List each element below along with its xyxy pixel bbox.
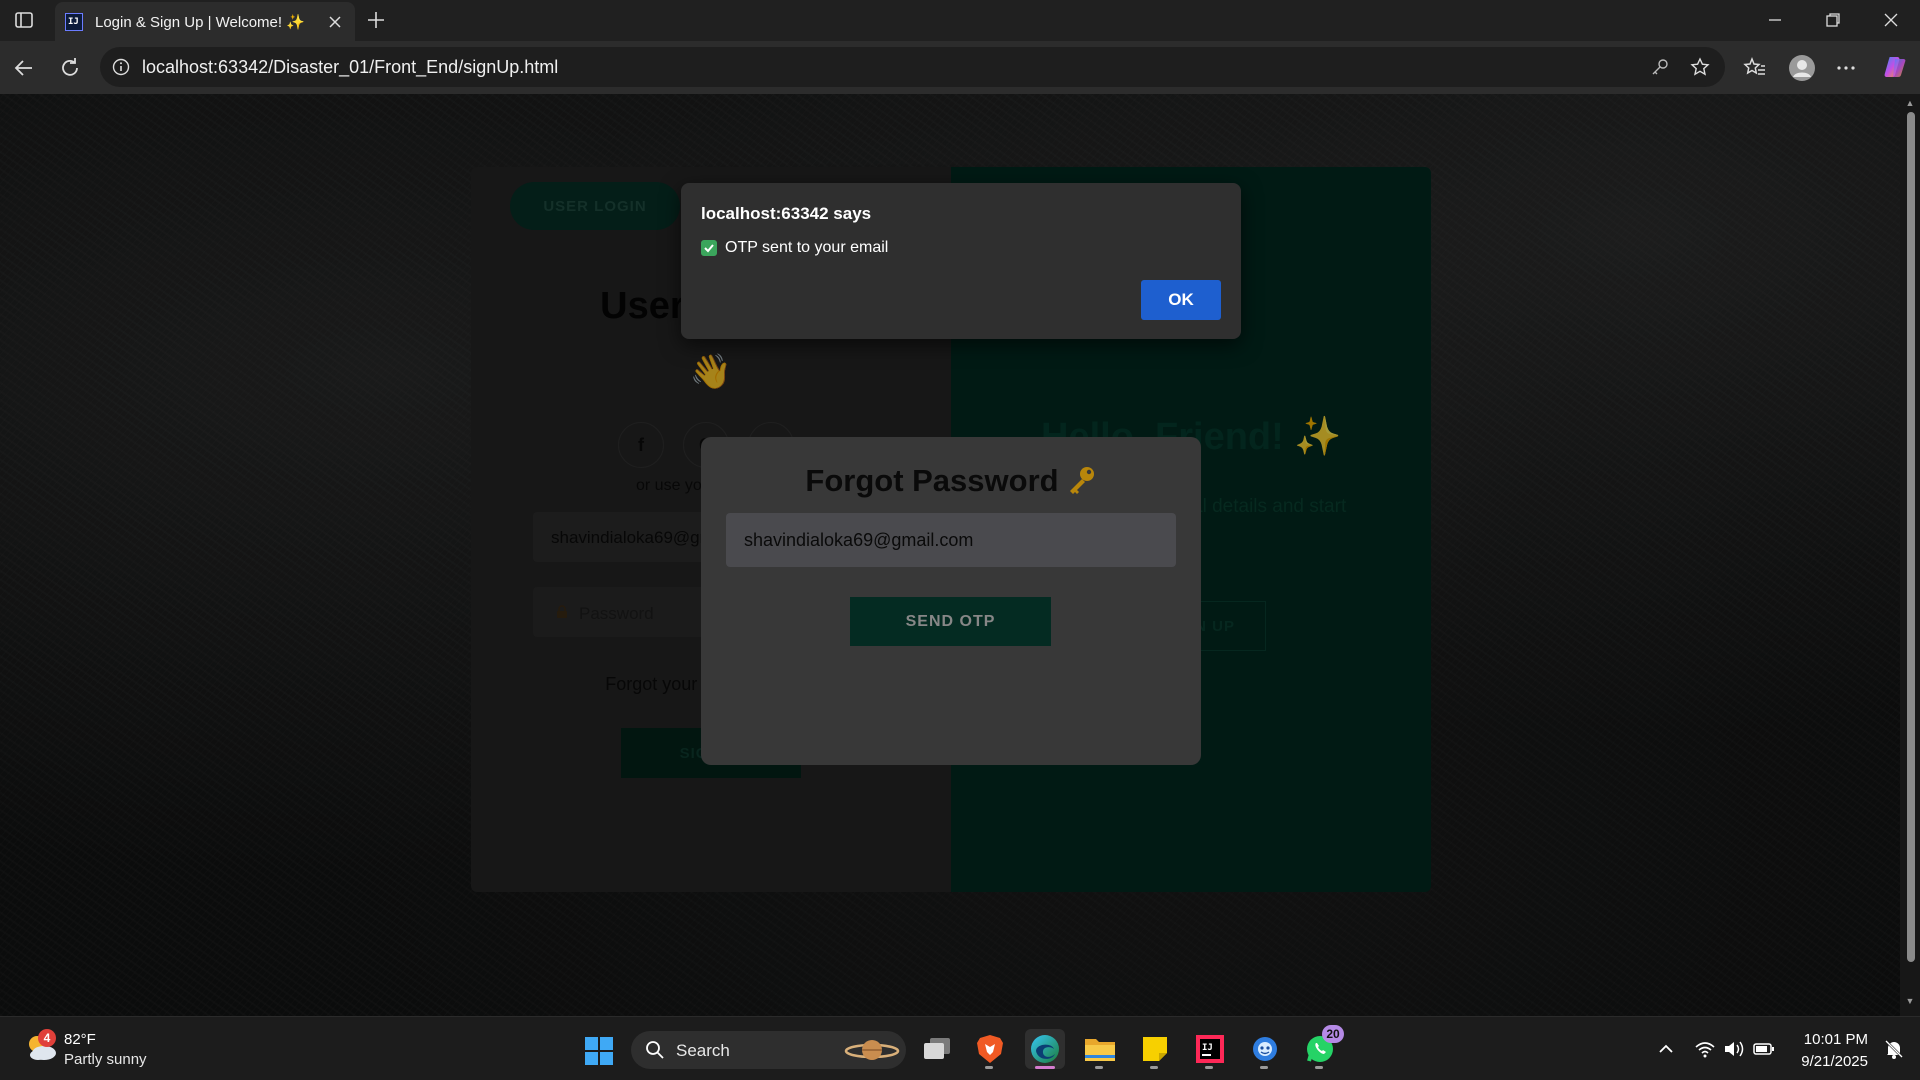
sticky-notes-icon[interactable] <box>1135 1029 1175 1069</box>
task-view-icon[interactable] <box>917 1029 957 1069</box>
saturn-search-art-icon <box>844 1040 900 1060</box>
favorite-star-icon[interactable] <box>1690 57 1710 77</box>
intellij-favicon-icon: IJ <box>65 12 83 31</box>
alert-title: localhost:63342 says <box>701 204 872 223</box>
whatsapp-running-indicator <box>1315 1066 1323 1069</box>
password-key-icon[interactable] <box>1650 57 1670 77</box>
page-scrollbar[interactable]: ▲ ▼ <box>1900 94 1920 1016</box>
minimize-icon[interactable] <box>1765 10 1785 30</box>
alert-message: OTP sent to your email <box>701 239 888 257</box>
bot-app-running-indicator <box>1260 1066 1268 1069</box>
alert-message-text: OTP sent to your email <box>725 239 889 256</box>
file-explorer-icon[interactable] <box>1080 1029 1120 1069</box>
sticky-notes-running-indicator <box>1150 1066 1158 1069</box>
intellij-running-indicator <box>1205 1066 1213 1069</box>
new-tab-icon[interactable] <box>366 10 386 30</box>
notification-bell-icon[interactable] <box>1884 1039 1904 1059</box>
alert-ok-button[interactable]: OK <box>1141 280 1221 320</box>
windows-taskbar: 4 82°F Partly sunny Search IJ 20 10:01 P… <box>0 1016 1920 1080</box>
forgot-email-input[interactable]: shavindialoka69@gmail.com <box>726 513 1176 567</box>
clock-date[interactable]: 9/21/2025 <box>1801 1053 1868 1070</box>
scroll-thumb[interactable] <box>1907 112 1915 962</box>
brave-running-indicator <box>985 1066 993 1069</box>
refresh-icon[interactable] <box>58 56 82 80</box>
forgot-password-title: Forgot Password <box>701 463 1201 499</box>
browser-tab-active[interactable]: IJ Login & Sign Up | Welcome! ✨ <box>55 2 355 41</box>
site-info-icon[interactable] <box>112 58 130 76</box>
browser-alert-dialog: localhost:63342 says OTP sent to your em… <box>681 183 1241 339</box>
bot-app-icon[interactable] <box>1245 1029 1285 1069</box>
edge-browser-icon[interactable] <box>1025 1029 1065 1069</box>
address-bar[interactable]: localhost:63342/Disaster_01/Front_End/si… <box>100 47 1725 87</box>
battery-icon[interactable] <box>1753 1039 1775 1059</box>
close-window-icon[interactable] <box>1881 10 1901 30</box>
weather-badge: 4 <box>38 1029 56 1047</box>
windows-start-icon[interactable] <box>584 1036 614 1066</box>
browser-tabbar: IJ Login & Sign Up | Welcome! ✨ <box>0 0 1920 41</box>
svg-text:IJ: IJ <box>1202 1043 1213 1053</box>
tab-title: Login & Sign Up | Welcome! ✨ <box>95 13 305 31</box>
favorites-icon[interactable] <box>1743 56 1767 80</box>
tab-close-icon[interactable] <box>325 12 345 32</box>
search-label: Search <box>676 1041 730 1060</box>
send-otp-button[interactable]: SEND OTP <box>850 597 1051 646</box>
edge-active-indicator <box>1035 1066 1055 1069</box>
back-arrow-icon[interactable] <box>12 56 36 80</box>
copilot-icon[interactable] <box>1881 53 1909 81</box>
intellij-idea-icon[interactable]: IJ <box>1190 1029 1230 1069</box>
explorer-running-indicator <box>1095 1066 1103 1069</box>
weather-temperature: 82°F <box>64 1031 96 1048</box>
more-options-icon[interactable] <box>1834 56 1858 80</box>
url-text: localhost:63342/Disaster_01/Front_End/si… <box>142 57 559 77</box>
scroll-down-icon[interactable]: ▼ <box>1905 996 1915 1006</box>
volume-icon[interactable] <box>1723 1039 1745 1059</box>
forgot-password-title-text: Forgot Password <box>805 463 1059 498</box>
address-bar-row: localhost:63342/Disaster_01/Front_End/si… <box>0 41 1920 94</box>
sidebar-toggle-icon[interactable] <box>14 10 34 30</box>
page-viewport: USER LOGIN User Sign In 👋 f G in or use … <box>0 94 1920 1016</box>
scroll-up-icon[interactable]: ▲ <box>1905 98 1915 108</box>
forgot-password-modal: Forgot Password shavindialoka69@gmail.co… <box>701 437 1201 765</box>
checkmark-icon <box>701 240 717 256</box>
brave-browser-icon[interactable] <box>970 1029 1010 1069</box>
weather-description: Partly sunny <box>64 1051 147 1068</box>
profile-avatar-icon[interactable] <box>1788 54 1816 82</box>
key-icon <box>1069 467 1094 494</box>
clock-time[interactable]: 10:01 PM <box>1804 1031 1868 1048</box>
restore-icon[interactable] <box>1823 10 1843 30</box>
search-icon <box>646 1041 664 1059</box>
taskbar-search[interactable]: Search <box>631 1031 906 1069</box>
whatsapp-unread-badge: 20 <box>1322 1025 1344 1043</box>
wifi-icon[interactable] <box>1694 1039 1716 1059</box>
show-hidden-icons-chevron-icon[interactable] <box>1655 1039 1677 1059</box>
whatsapp-icon[interactable]: 20 <box>1300 1025 1344 1069</box>
